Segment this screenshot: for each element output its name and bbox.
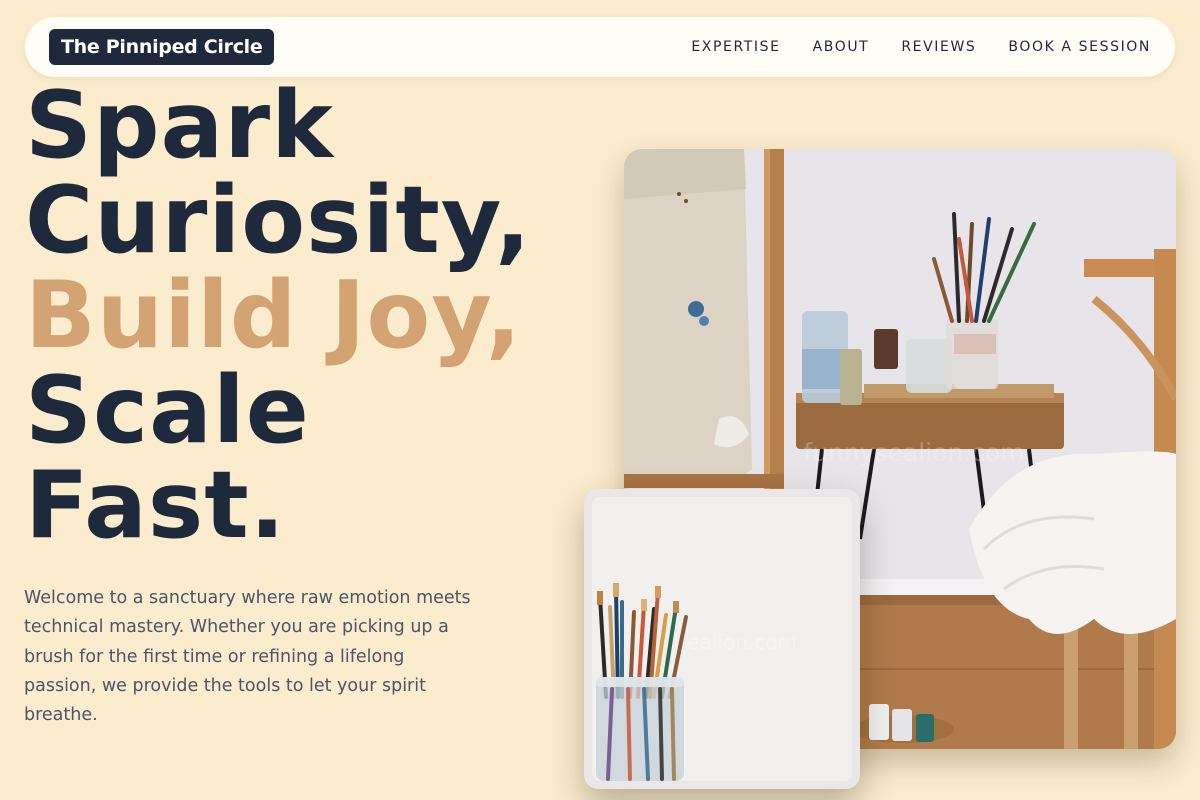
headline-line-1: Spark [25,71,335,179]
nav-link-about[interactable]: ABOUT [813,39,870,55]
headline-line-4: Scale [25,356,310,464]
hero-headline: Spark Curiosity, Build Joy, Scale Fast. [25,78,532,553]
headline-line-5: Fast. [25,451,286,559]
nav-link-book-session[interactable]: BOOK A SESSION [1008,39,1151,55]
brush-watermark: ealion.com [687,630,797,654]
brush-jar-photo: ealion.com [584,489,860,789]
headline-line-2: Curiosity, [25,166,532,274]
top-nav: The Pinniped Circle EXPERTISE ABOUT REVI… [25,17,1175,77]
headline-line-3-accent: Build Joy, [25,261,523,369]
nav-links: EXPERTISE ABOUT REVIEWS BOOK A SESSION [691,17,1151,77]
studio-watermark: funnysealion.com [803,438,1024,467]
hero-intro-text: Welcome to a sanctuary where raw emotion… [24,588,471,726]
brush-jar-illustration: ealion.com [592,497,852,781]
brand-logo[interactable]: The Pinniped Circle [49,29,275,65]
nav-link-reviews[interactable]: REVIEWS [901,39,976,55]
nav-link-expertise[interactable]: EXPERTISE [691,39,780,55]
